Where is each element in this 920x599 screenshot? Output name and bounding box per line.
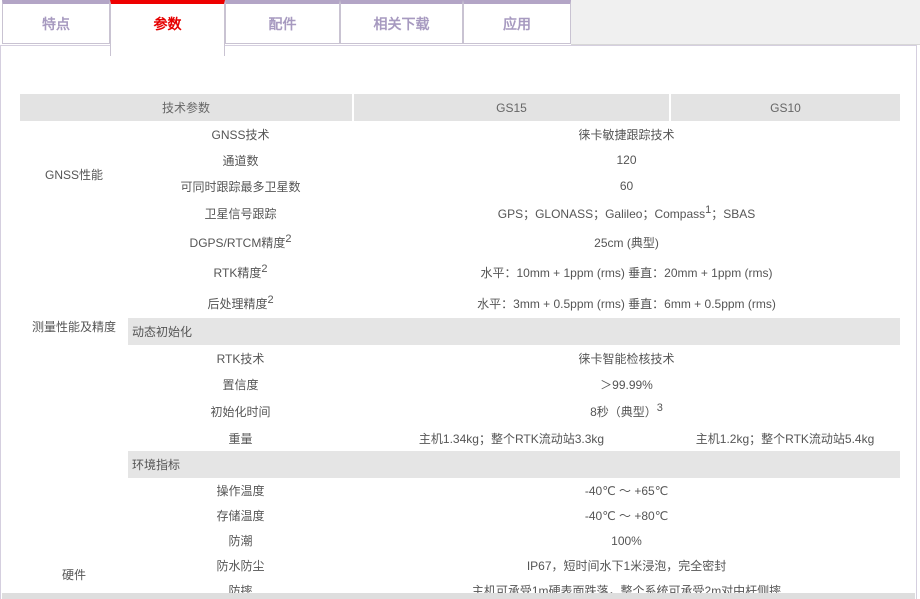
table-row: RTK精度2 水平：10mm + 1ppm (rms) 垂直：20mm + 1p… xyxy=(20,257,900,288)
value-dgps-rtcm: 25cm (典型) xyxy=(353,227,900,257)
value-rtk-tech: 徕卡智能检核技术 xyxy=(353,345,900,371)
param-name-gnss-tech: GNSS技术 xyxy=(128,121,353,147)
value-postprocess-precision: 水平：3mm + 0.5ppm (rms) 垂直：6mm + 0.5ppm (r… xyxy=(353,288,900,318)
table-row: 动态初始化 xyxy=(20,318,900,345)
value-weight-gs10: 主机1.2kg；整个RTK流动站5.4kg xyxy=(670,425,900,451)
col-header-gs10: GS10 xyxy=(670,94,900,121)
content-panel: 技术参数 GS15 GS10 GNSS性能 GNSS技术 徕卡敏捷跟踪技术 通道… xyxy=(0,45,917,599)
value-text: ；SBAS xyxy=(711,207,755,221)
footnote-marker: 2 xyxy=(267,294,273,306)
value-humidity: 100% xyxy=(353,528,900,553)
table-row: 初始化时间 8秒（典型）3 xyxy=(20,397,900,425)
footnote-marker: 3 xyxy=(657,402,663,414)
col-header-gs15: GS15 xyxy=(353,94,670,121)
table-row: 操作温度 -40℃ ～ +65℃ xyxy=(20,478,900,503)
section-band-environment: 环境指标 xyxy=(128,451,900,478)
value-signal-tracking: GPS；GLONASS；Galileo；Compass1；SBAS xyxy=(353,199,900,227)
value-text: 8秒（典型） xyxy=(590,405,657,419)
value-text: GPS；GLONASS；Galileo；Compass xyxy=(498,207,705,221)
value-weight-gs15: 主机1.34kg；整个RTK流动站3.3kg xyxy=(353,425,670,451)
value-gnss-tech: 徕卡敏捷跟踪技术 xyxy=(353,121,900,147)
value-storage-temp: -40℃ ～ +80℃ xyxy=(353,503,900,528)
table-row: 防水防尘 IP67，短时间水下1米浸泡，完全密封 xyxy=(20,553,900,578)
table-row: 重量 主机1.34kg；整个RTK流动站3.3kg 主机1.2kg；整个RTK流… xyxy=(20,425,900,451)
footnote-marker: 2 xyxy=(285,233,291,245)
param-name-dgps-rtcm: DGPS/RTCM精度2 xyxy=(128,227,353,257)
param-name-postprocess-precision: 后处理精度2 xyxy=(128,288,353,318)
param-text: 后处理精度 xyxy=(207,297,267,311)
spec-table: 技术参数 GS15 GS10 GNSS性能 GNSS技术 徕卡敏捷跟踪技术 通道… xyxy=(20,94,900,599)
param-text: RTK精度 xyxy=(214,266,262,280)
table-row: 存储温度 -40℃ ～ +80℃ xyxy=(20,503,900,528)
param-name-waterproof-dustproof: 防水防尘 xyxy=(128,553,353,578)
param-name-operating-temp: 操作温度 xyxy=(128,478,353,503)
value-init-time: 8秒（典型）3 xyxy=(353,397,900,425)
group-label-measurement-precision: 测量性能及精度 xyxy=(20,227,128,451)
tab-downloads[interactable]: 相关下载 xyxy=(340,0,463,44)
tab-applications[interactable]: 应用 xyxy=(463,0,571,44)
param-name-storage-temp: 存储温度 xyxy=(128,503,353,528)
tab-label: 相关下载 xyxy=(374,14,430,34)
value-operating-temp: -40℃ ～ +65℃ xyxy=(353,478,900,503)
tab-label: 参数 xyxy=(154,14,182,34)
value-channels: 120 xyxy=(353,147,900,173)
group-label-hardware: 硬件 xyxy=(20,451,128,599)
tab-parameters[interactable]: 参数 xyxy=(110,0,225,56)
param-name-weight: 重量 xyxy=(128,425,353,451)
tab-bar-filler xyxy=(571,0,920,45)
param-name-rtk-tech: RTK技术 xyxy=(128,345,353,371)
table-row: 通道数 120 xyxy=(20,147,900,173)
value-confidence: ＞99.99% xyxy=(353,371,900,397)
param-name-signal-tracking: 卫星信号跟踪 xyxy=(128,199,353,227)
param-name-rtk-precision: RTK精度2 xyxy=(128,257,353,288)
param-name-max-satellites: 可同时跟踪最多卫星数 xyxy=(128,173,353,199)
value-max-satellites: 60 xyxy=(353,173,900,199)
product-spec-page: 特点 参数 配件 相关下载 应用 技术参数 GS15 GS10 xyxy=(0,0,920,599)
param-name-channels: 通道数 xyxy=(128,147,353,173)
tab-label: 应用 xyxy=(503,14,531,34)
tab-features[interactable]: 特点 xyxy=(2,0,110,44)
table-row: RTK技术 徕卡智能检核技术 xyxy=(20,345,900,371)
value-rtk-precision: 水平：10mm + 1ppm (rms) 垂直：20mm + 1ppm (rms… xyxy=(353,257,900,288)
param-name-humidity: 防潮 xyxy=(128,528,353,553)
footnote-marker: 2 xyxy=(261,263,267,275)
table-row: 硬件 环境指标 xyxy=(20,451,900,478)
table-row: 可同时跟踪最多卫星数 60 xyxy=(20,173,900,199)
tab-label: 特点 xyxy=(42,14,70,34)
col-header-tech-params: 技术参数 xyxy=(20,94,353,121)
param-text: DGPS/RTCM精度 xyxy=(190,236,286,250)
param-name-confidence: 置信度 xyxy=(128,371,353,397)
table-row: GNSS性能 GNSS技术 徕卡敏捷跟踪技术 xyxy=(20,121,900,147)
section-band-dynamic-init: 动态初始化 xyxy=(128,318,900,345)
table-row: 防潮 100% xyxy=(20,528,900,553)
table-row: 后处理精度2 水平：3mm + 0.5ppm (rms) 垂直：6mm + 0.… xyxy=(20,288,900,318)
table-row: 测量性能及精度 DGPS/RTCM精度2 25cm (典型) xyxy=(20,227,900,257)
tab-accessories[interactable]: 配件 xyxy=(225,0,340,44)
tab-label: 配件 xyxy=(269,14,297,34)
group-label-gnss-performance: GNSS性能 xyxy=(20,121,128,227)
value-waterproof-dustproof: IP67，短时间水下1米浸泡，完全密封 xyxy=(353,553,900,578)
table-row: 卫星信号跟踪 GPS；GLONASS；Galileo；Compass1；SBAS xyxy=(20,199,900,227)
param-name-init-time: 初始化时间 xyxy=(128,397,353,425)
table-row: 置信度 ＞99.99% xyxy=(20,371,900,397)
tab-bar: 特点 参数 配件 相关下载 应用 xyxy=(0,0,920,45)
bottom-strip xyxy=(2,593,915,599)
